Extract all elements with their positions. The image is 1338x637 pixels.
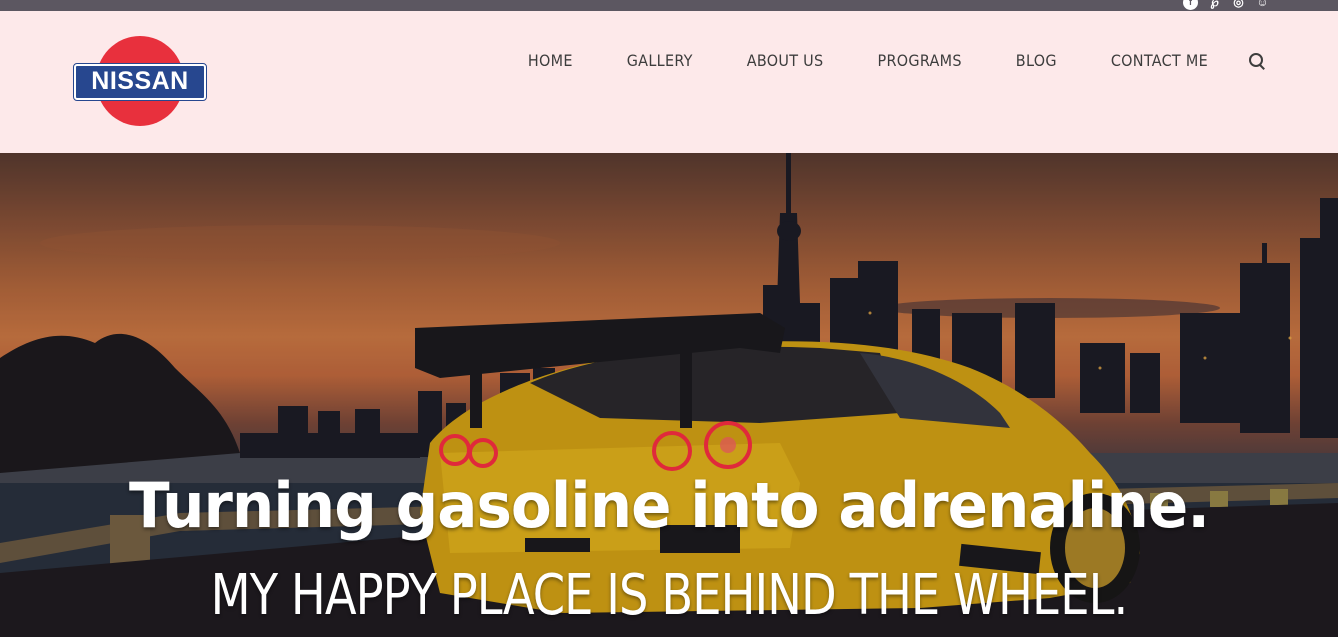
discord-icon[interactable]: ☺ [1255,0,1270,10]
social-links: f ℘ ◎ ☺ [1183,0,1270,10]
logo-text: NISSAN [73,63,207,101]
hero-banner: Turning gasoline into adrenaline. MY HAP… [0,153,1338,637]
nav-gallery[interactable]: GALLERY [627,51,693,70]
site-logo[interactable]: NISSAN [73,36,207,128]
instagram-icon[interactable]: ◎ [1231,0,1246,10]
site-header: NISSAN HOME GALLERY ABOUT US PROGRAMS BL… [0,11,1338,153]
nav-blog[interactable]: BLOG [1016,51,1057,70]
hero-title: Turning gasoline into adrenaline. [129,469,1210,542]
search-icon[interactable] [1248,52,1266,70]
top-bar: f ℘ ◎ ☺ [0,0,1338,11]
nav-about-us[interactable]: ABOUT US [747,51,824,70]
facebook-icon[interactable]: f [1183,0,1198,10]
pinterest-icon[interactable]: ℘ [1207,0,1222,10]
nav-home[interactable]: HOME [528,51,573,70]
nav-programs[interactable]: PROGRAMS [877,51,961,70]
hero-subtitle: MY HAPPY PLACE IS BEHIND THE WHEEL. [210,563,1129,628]
main-nav: HOME GALLERY ABOUT US PROGRAMS BLOG CONT… [528,51,1266,70]
nav-contact-me[interactable]: CONTACT ME [1111,51,1208,70]
